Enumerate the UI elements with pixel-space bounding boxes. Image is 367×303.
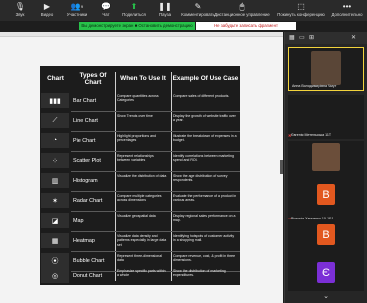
participant-tile[interactable]: В ✖ Вікторія Харченко 10-1Б1 [288,179,364,223]
participant-video [312,143,340,171]
more-button[interactable]: ••• Дополнительно [327,1,367,20]
slide-header: Chart Types Of Chart When To Use It Exam… [40,66,240,91]
microphone-icon: 🎙 [14,2,26,11]
avatar: В [317,184,335,205]
resize-handle[interactable] [280,160,283,174]
heatmap-icon: ▦ [41,233,69,248]
annotate-button[interactable]: ✎ Комментировать [178,1,218,20]
annotate-icon: ✎ [194,2,202,11]
share-screen-icon: ⬆ [130,2,138,11]
stop-banner[interactable]: Не забудьте записать фрагмент [196,22,296,30]
line-chart-icon: ⟋ [41,113,69,128]
donut-chart-icon: ◎ [41,268,69,283]
table-row: ▥ Histogram Visualize the distribution o… [40,172,240,190]
speaker-view-icon[interactable]: ▭ [299,34,305,42]
bar-chart-icon: ▮▮▮ [41,93,69,108]
bubble-chart-icon: ⦿ [41,253,69,268]
participant-tile[interactable]: ✖ Євгенія Метельська 11Т [288,95,364,139]
leave-icon: ⬚ [297,2,305,11]
leave-meeting-button[interactable]: ⬚ Покинуть конференцию [277,1,325,20]
header-when: When To Use It [120,75,166,82]
radar-chart-icon: ✶ [41,193,69,208]
header-example: Example Of Use Case [172,75,239,82]
participants-panel: ▦ ▭ ⊞ ✕ Анна Володимирівна Чмут ✖ Євгені… [284,32,367,303]
table-row: ◪ Map Visualize geospatial data Display … [40,212,240,230]
table-row: ◎ Donut Chart Emphasize specific parts w… [40,267,240,285]
table-row: ✶ Radar Chart Compare multiple categorie… [40,192,240,210]
chat-icon: 💬 [101,2,111,11]
avatar: Є [317,262,335,283]
table-row: ▮▮▮ Bar Chart Compare quantities across … [40,92,240,110]
gallery-view-icon[interactable]: ⊞ [309,34,314,42]
sharing-banner[interactable]: Вы демонстрируете экран ■ Остановить дем… [79,22,195,30]
chart-types-slide: Chart Types Of Chart When To Use It Exam… [40,66,240,285]
map-icon: ◪ [41,213,69,228]
pause-icon: ❚❚ [158,2,172,11]
header-chart: Chart [47,75,64,82]
scatter-plot-icon: ⁘ [41,153,69,168]
grid-view-icon[interactable]: ▦ [289,34,295,42]
participant-tile-active[interactable]: Анна Володимирівна Чмут [288,47,364,91]
scroll-down-icon[interactable]: ⌄ [321,293,331,300]
video-camera-icon: ▶ [43,2,51,11]
more-icon: ••• [342,2,352,11]
table-row: ⟋ Line Chart Show Trends over time Displ… [40,112,240,130]
avatar: В [317,224,335,245]
remote-control-button[interactable]: 🖱 Дистанционное управление [214,1,270,20]
document-ruler [0,32,283,37]
participant-video [311,51,341,85]
histogram-icon: ▥ [41,173,69,188]
close-panel-icon[interactable]: ✕ [351,34,356,42]
table-row: ▦ Heatmap Visualize data density and pat… [40,232,240,250]
table-row: ◔ Pie Chart Highlight proportions and pe… [40,132,240,150]
meeting-toolbar: 🎙 Звук ▶ Видео 👥 9 Участники 💬 Чат ⬆ Поде… [0,0,367,21]
participant-tile[interactable]: Є [288,257,364,291]
pie-chart-icon: ◔ [41,133,69,148]
table-row: ⁘ Scatter Plot Represent relationships b… [40,152,240,170]
panel-toolbar: ▦ ▭ ⊞ ✕ [285,32,367,44]
remote-control-icon: 🖱 [239,2,245,11]
participants-icon: 👥 9 [70,2,84,11]
header-types: Types Of Chart [79,71,107,86]
